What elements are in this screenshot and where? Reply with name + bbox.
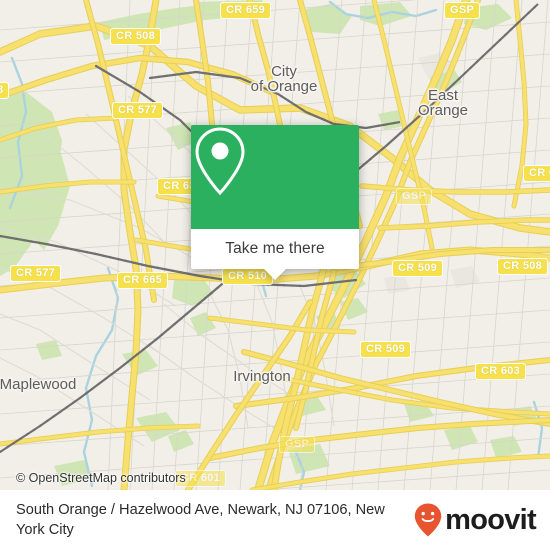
moovit-logo[interactable]: moovit xyxy=(414,503,537,537)
road-shield: CR 6 xyxy=(523,165,550,182)
road-shield: CR 603 xyxy=(475,363,527,380)
location-callout-card[interactable]: Take me there xyxy=(191,125,359,280)
road-shield: CR 577 xyxy=(112,102,164,119)
road-shield: CR 577 xyxy=(10,265,62,282)
callout-pointer-tail xyxy=(264,269,286,280)
moovit-wordmark: moovit xyxy=(445,503,537,536)
road-shield: CR 508 xyxy=(110,28,162,45)
road-shield: CR 659 xyxy=(220,2,272,19)
road-shield: 8 xyxy=(0,82,10,99)
road-shield: GSP xyxy=(279,436,316,453)
road-shield: CR 509 xyxy=(360,341,412,358)
road-shield: GSP xyxy=(396,188,433,205)
moovit-pin-smiley-icon xyxy=(414,503,442,537)
location-pin-icon xyxy=(195,127,245,196)
road-shield: GSP xyxy=(444,2,481,19)
footer-bar: South Orange / Hazelwood Ave, Newark, NJ… xyxy=(0,490,550,550)
road-shield: CR 665 xyxy=(117,272,169,289)
take-me-there-button[interactable]: Take me there xyxy=(191,229,359,280)
road-shield: CR 508 xyxy=(497,258,549,275)
map-canvas[interactable]: .rd { stroke:#f7e06e; fill:none; stroke-… xyxy=(0,0,550,490)
road-shield: CR 509 xyxy=(392,260,444,277)
moovit-map-screen: .rd { stroke:#f7e06e; fill:none; stroke-… xyxy=(0,0,550,550)
callout-header xyxy=(191,125,359,229)
osm-attribution[interactable]: © OpenStreetMap contributors xyxy=(16,471,186,485)
location-title: South Orange / Hazelwood Ave, Newark, NJ… xyxy=(16,502,385,538)
take-me-there-label: Take me there xyxy=(225,240,325,257)
